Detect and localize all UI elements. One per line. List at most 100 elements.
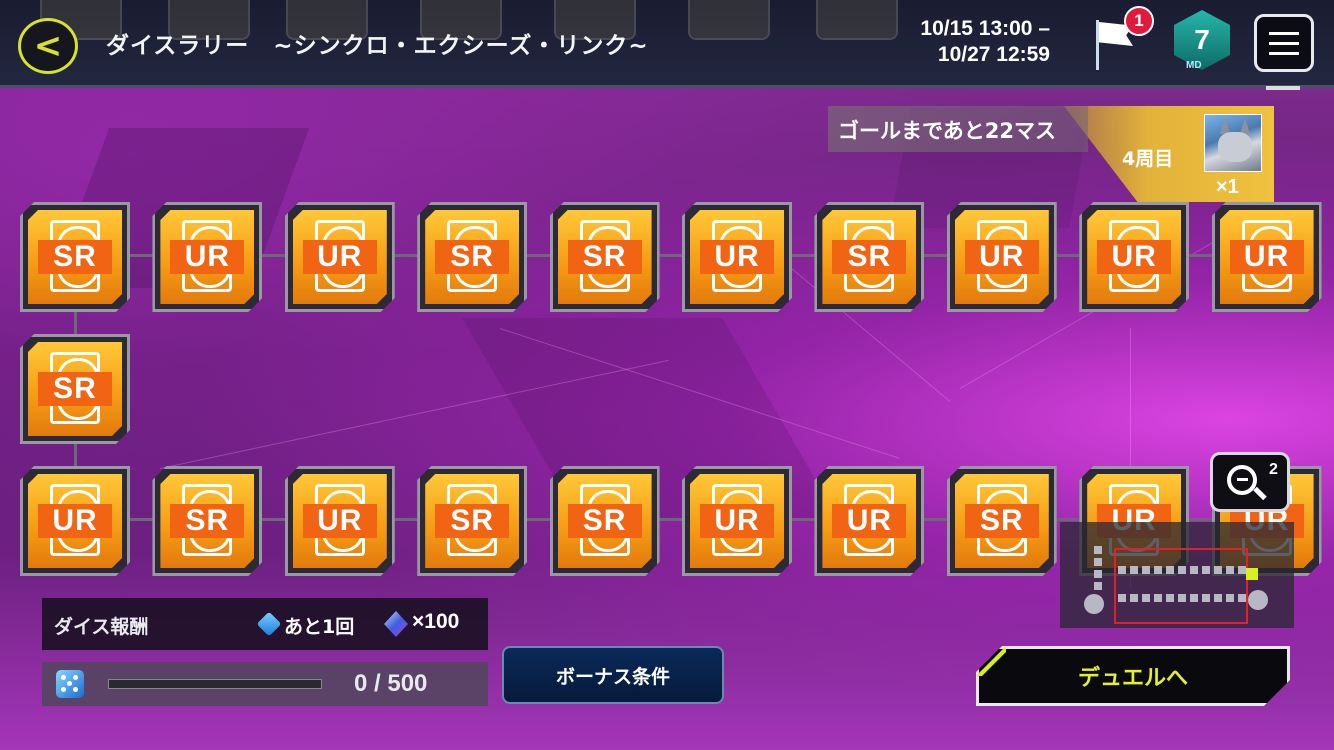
minimap-tile (1094, 582, 1102, 590)
dice-pip (61, 675, 66, 680)
event-period: 10/15 13:00 – 10/27 12:59 (880, 16, 1050, 68)
minimap-tile (1094, 546, 1102, 554)
board-tile[interactable]: SR (417, 202, 527, 312)
dice-reward-label: ダイス報酬 (54, 616, 149, 638)
board-tile[interactable]: UR (1079, 202, 1189, 312)
tile-face: UR (690, 210, 784, 304)
hamburger-icon (1269, 31, 1299, 35)
bonus-conditions-button[interactable]: ボーナス条件 (502, 646, 724, 704)
rarity-label: SR (568, 504, 642, 538)
tile-face: UR (28, 474, 122, 568)
rarity-label: UR (170, 240, 244, 274)
board-tile[interactable]: UR (682, 466, 792, 576)
tile-face: UR (293, 210, 387, 304)
dice-pip (61, 687, 66, 692)
minimap[interactable] (1060, 522, 1294, 628)
rarity-label: SR (568, 240, 642, 274)
rarity-label: SR (435, 504, 509, 538)
tile-face: UR (160, 210, 254, 304)
zoom-level: 2 (1269, 461, 1278, 478)
tile-face: SR (558, 474, 652, 568)
tile-face: SR (558, 210, 652, 304)
menu-underline (1266, 86, 1300, 90)
mission-flag-button[interactable]: 1 (1090, 6, 1154, 72)
dice-pip (67, 681, 72, 686)
minimap-tile (1094, 558, 1102, 566)
rarity-label: UR (700, 504, 774, 538)
master-duel-level-button[interactable]: 7 MD (1170, 8, 1234, 78)
minimap-end (1248, 590, 1268, 610)
board-tile[interactable]: SR (20, 334, 130, 444)
go-to-duel-button[interactable]: デュエルへ (976, 646, 1290, 706)
tile-face: SR (160, 474, 254, 568)
rarity-label: SR (965, 504, 1039, 538)
rarity-label: SR (38, 240, 112, 274)
minimap-tile (1094, 570, 1102, 578)
dice-progress-panel: 0 / 500 (42, 662, 488, 706)
zoom-handle (1253, 486, 1267, 501)
rarity-label: SR (170, 504, 244, 538)
lap-count: 4周目 (1122, 148, 1174, 170)
tile-face: SR (28, 342, 122, 436)
board-tile[interactable]: UR (1212, 202, 1322, 312)
tile-face: UR (1220, 210, 1314, 304)
dice-icon (256, 611, 282, 637)
tile-face: SR (425, 474, 519, 568)
rarity-label: UR (965, 240, 1039, 274)
minimap-start (1084, 594, 1104, 614)
tile-face: SR (822, 210, 916, 304)
rarity-label: UR (303, 504, 377, 538)
gem-quantity: ×100 (412, 610, 460, 633)
rarity-label: SR (832, 240, 906, 274)
board-tile[interactable]: SR (550, 466, 660, 576)
tile-face: UR (955, 210, 1049, 304)
rarity-label: UR (303, 240, 377, 274)
board-tile[interactable]: UR (285, 202, 395, 312)
board-tile[interactable]: SR (20, 202, 130, 312)
goal-panel: ゴールまであと22マス 4周目 ×1 (828, 106, 1274, 202)
rarity-label: UR (38, 504, 112, 538)
dice-pip (73, 675, 78, 680)
menu-button[interactable] (1254, 14, 1314, 72)
board-tile[interactable]: UR (152, 202, 262, 312)
board-tile[interactable]: SR (417, 466, 527, 576)
board-tile[interactable]: UR (20, 466, 130, 576)
period-start: 10/15 13:00 – (920, 17, 1050, 40)
md-label: MD (1186, 60, 1202, 71)
board-tile[interactable]: SR (550, 202, 660, 312)
dice-reward-panel: ダイス報酬 あと1回 ×100 (42, 598, 488, 650)
rarity-label: SR (38, 372, 112, 406)
progress-bar (108, 679, 322, 689)
flag-icon (1096, 20, 1099, 70)
zoom-out-button[interactable]: 2 (1210, 452, 1290, 512)
board-tile[interactable]: SR (814, 202, 924, 312)
rarity-label: UR (832, 504, 906, 538)
progress-text: 0 / 500 (354, 670, 428, 697)
notification-badge: 1 (1124, 6, 1154, 36)
minimap-viewport (1114, 548, 1248, 624)
prize-quantity: ×1 (1216, 176, 1239, 198)
header-bar: < ダイスラリー ~シンクロ・エクシーズ・リンク~ 10/15 13:00 – … (0, 0, 1334, 88)
header-ghost-tile (688, 0, 770, 40)
dice-remaining: あと1回 (284, 616, 355, 638)
board-tile[interactable]: UR (814, 466, 924, 576)
prize-face (1218, 132, 1252, 162)
board-tile[interactable]: UR (947, 202, 1057, 312)
board-tile[interactable]: UR (285, 466, 395, 576)
tile-face: UR (1087, 210, 1181, 304)
md-level-icon: 7 (1174, 10, 1230, 70)
gem-icon (384, 611, 408, 637)
tile-face: SR (955, 474, 1049, 568)
tile-face: UR (293, 474, 387, 568)
rarity-label: UR (700, 240, 774, 274)
back-button[interactable]: < (18, 18, 78, 74)
board-tile[interactable]: UR (682, 202, 792, 312)
rarity-label: UR (1097, 240, 1171, 274)
dice-icon (56, 670, 84, 698)
page-title: ダイスラリー ~シンクロ・エクシーズ・リンク~ (106, 33, 649, 59)
board-tile[interactable]: SR (152, 466, 262, 576)
rarity-label: UR (1230, 240, 1304, 274)
board-tile[interactable]: SR (947, 466, 1057, 576)
period-end: 10/27 12:59 (937, 43, 1050, 66)
tile-face: UR (822, 474, 916, 568)
